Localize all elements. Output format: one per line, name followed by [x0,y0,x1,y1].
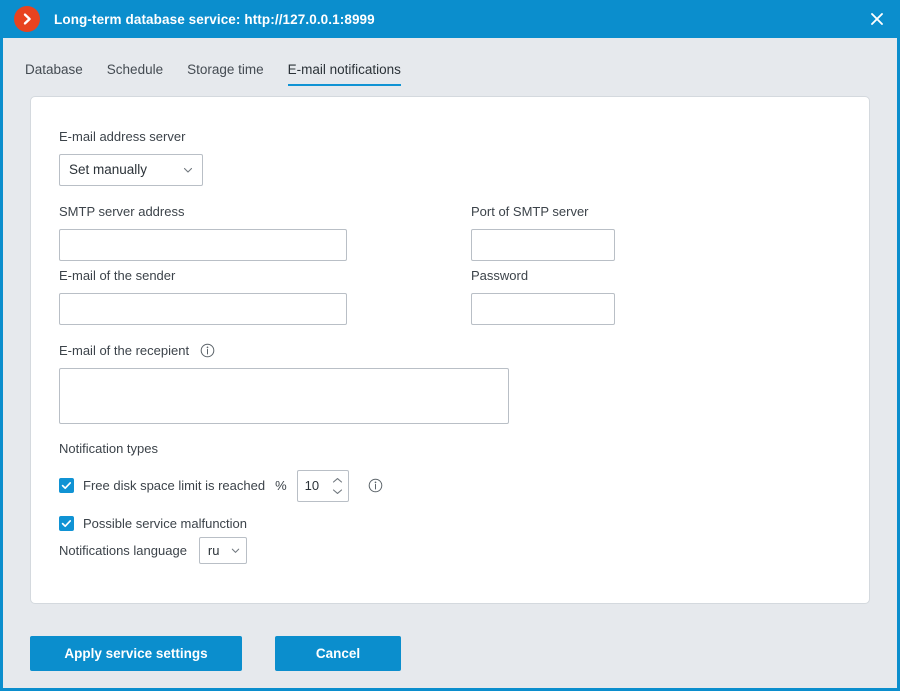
tab-bar: Database Schedule Storage time E-mail no… [3,38,897,86]
close-icon [870,12,884,26]
email-address-server-value: Set manually [69,162,148,178]
notifications-language-group: Notifications language ru [59,537,247,564]
email-address-server-group: E-mail address server Set manually [59,129,203,186]
email-of-sender-input[interactable] [59,292,347,325]
notification-type-row-free-disk-space: Free disk space limit is reached % 10 [59,469,383,502]
notifications-language-select[interactable]: ru [198,537,247,564]
notification-types-label: Notification types [59,441,158,456]
smtp-server-address-label: SMTP server address [59,204,185,219]
tab-label: E-mail notifications [287,62,401,77]
title-bar: Long-term database service: http://127.0… [0,0,900,38]
info-icon[interactable] [200,343,215,358]
checkbox-free-disk-space[interactable] [59,478,74,494]
smtp-server-address-group: SMTP server address [59,204,347,261]
password-group: Password [471,268,615,325]
stepper-down-icon[interactable] [332,488,343,495]
smtp-server-address-input[interactable] [59,228,347,261]
checkbox-label-free-disk-space: Free disk space limit is reached [83,478,266,494]
free-disk-space-percent-value: 10 [304,478,320,494]
notifications-language-label: Notifications language [59,542,187,558]
footer-actions: Apply service settings Cancel [30,636,401,671]
tab-label: Storage time [187,62,264,77]
tab-schedule[interactable]: Schedule [107,62,163,86]
stepper-up-icon[interactable] [332,477,343,484]
email-of-recipient-label-row: E-mail of the recepient [59,343,509,359]
free-disk-space-percent-stepper[interactable]: 10 [296,469,349,502]
close-button[interactable] [854,0,900,38]
notifications-language-value: ru [207,543,220,558]
notification-type-row-service-malfunction: Possible service malfunction [59,515,383,531]
email-address-server-select-wrap: Set manually [59,153,203,186]
tab-label: Database [25,62,83,77]
email-address-server-label: E-mail address server [59,129,186,144]
email-address-server-select[interactable]: Set manually [59,153,203,186]
window-title: Long-term database service: http://127.0… [54,11,375,27]
chevron-down-icon [230,545,241,556]
chevron-down-icon [182,164,194,176]
password-input[interactable] [471,292,615,325]
stepper-arrows [330,471,348,501]
email-of-sender-group: E-mail of the sender [59,268,347,325]
email-of-recipient-textarea[interactable] [59,367,509,424]
email-of-recipient-label: E-mail of the recepient [59,343,190,358]
email-of-recipient-group: E-mail of the recepient [59,343,509,429]
email-of-sender-label: E-mail of the sender [59,268,176,283]
port-of-smtp-server-group: Port of SMTP server [471,204,615,261]
port-of-smtp-server-label: Port of SMTP server [471,204,589,219]
application-window: Long-term database service: http://127.0… [0,0,900,691]
chevron-right-circle-icon [14,6,40,32]
info-icon[interactable] [368,478,383,493]
port-of-smtp-server-input[interactable] [471,228,615,261]
tab-database[interactable]: Database [25,62,83,86]
tab-email-notifications[interactable]: E-mail notifications [287,62,402,86]
cancel-button[interactable]: Cancel [275,636,401,671]
settings-panel: E-mail address server Set manually SMTP … [30,96,870,604]
notification-types-group: Notification types Free disk space limit… [59,441,383,531]
checkbox-label-possible-service-malfunction: Possible service malfunction [83,515,248,531]
percent-sign: % [275,478,287,494]
tab-storage-time[interactable]: Storage time [187,62,264,86]
checkbox-possible-service-malfunction[interactable] [59,515,74,531]
apply-service-settings-button[interactable]: Apply service settings [30,636,242,671]
password-label: Password [471,268,529,283]
tab-label: Schedule [106,62,164,77]
